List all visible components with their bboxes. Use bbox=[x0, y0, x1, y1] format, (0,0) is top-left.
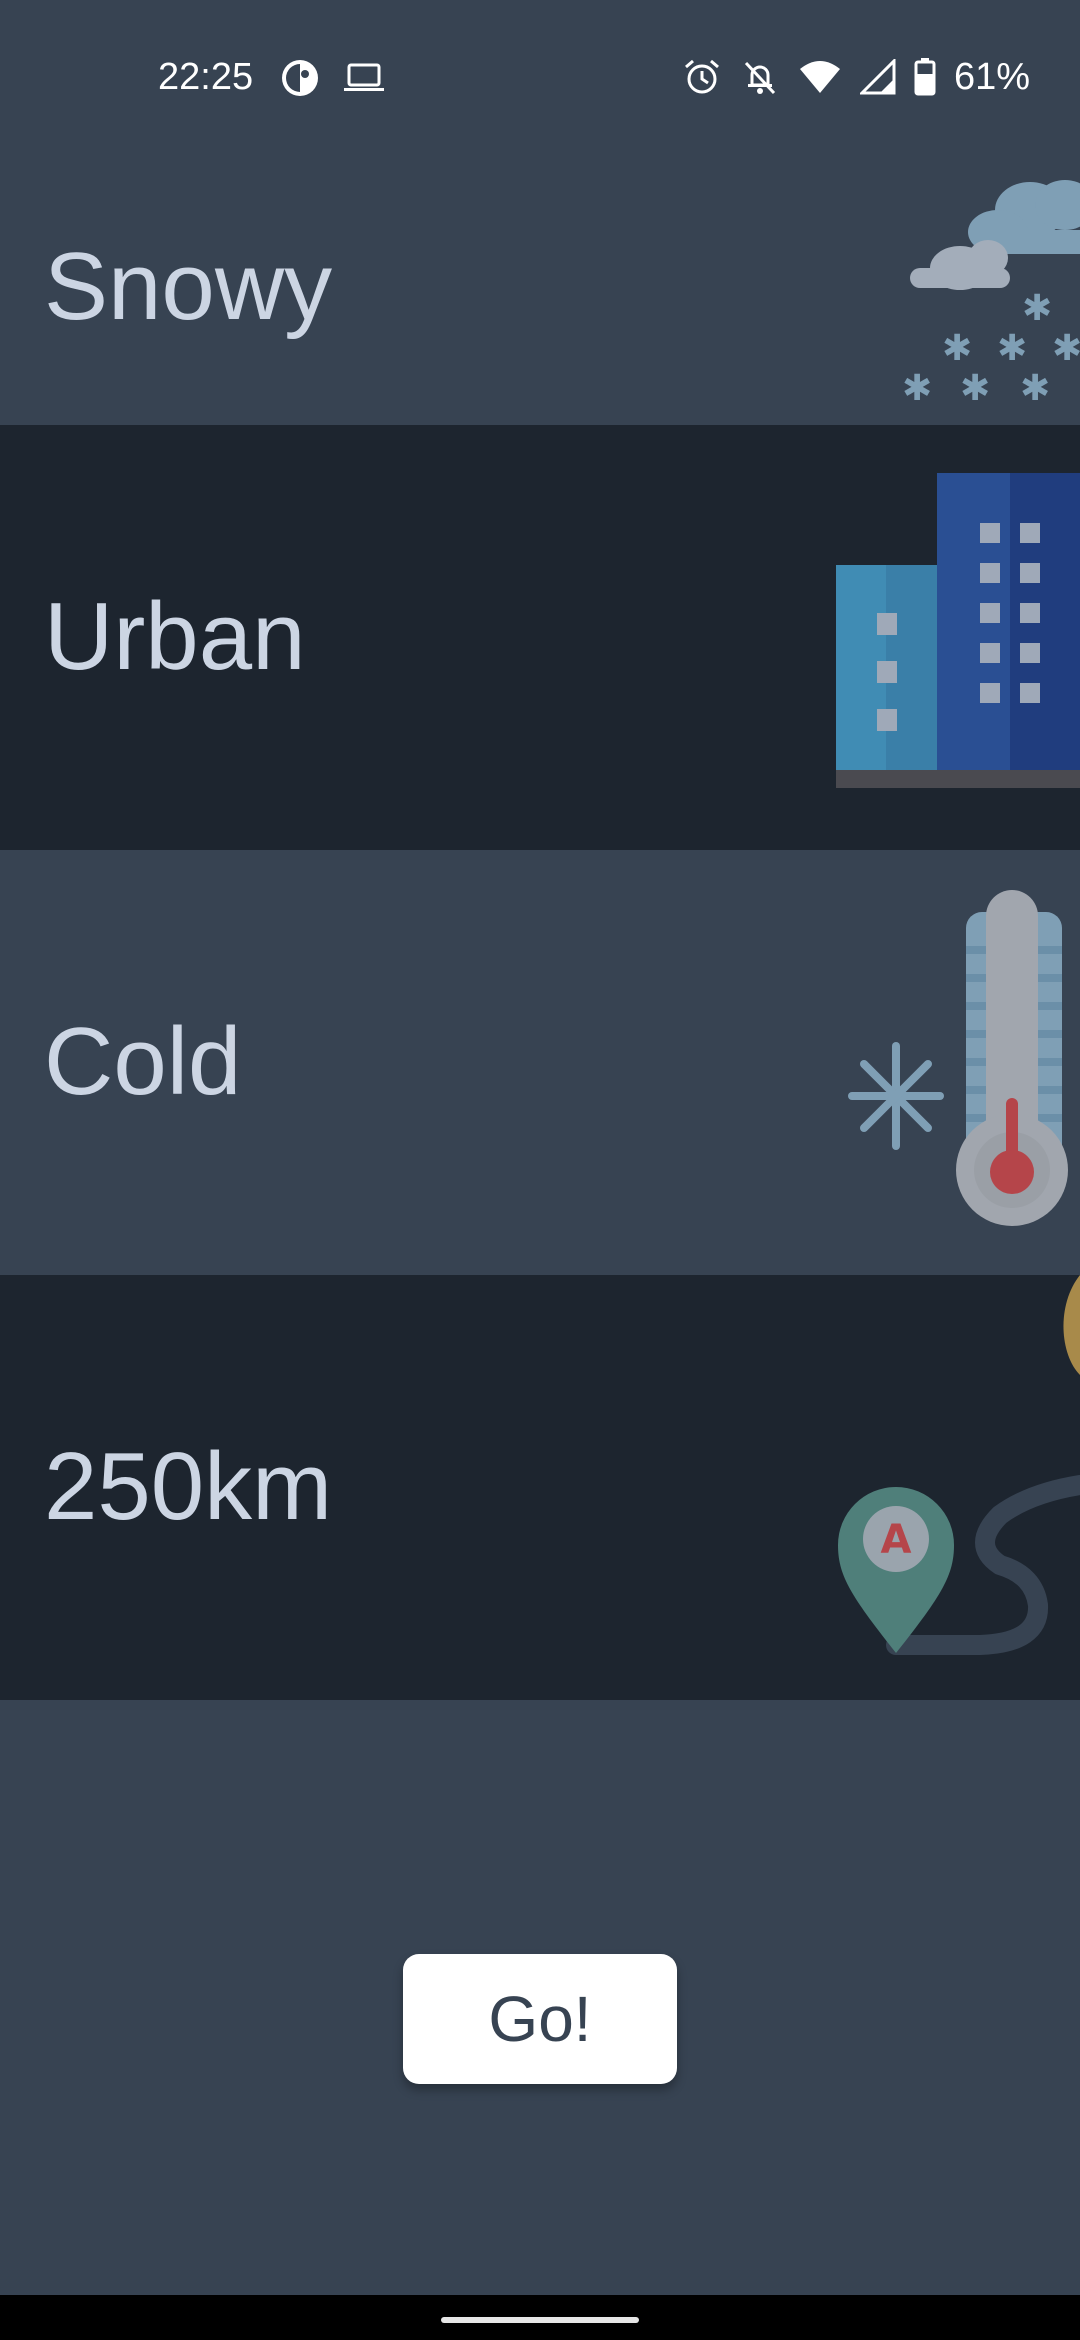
svg-text:✱: ✱ bbox=[1020, 368, 1050, 409]
battery-icon bbox=[914, 58, 936, 96]
svg-text:✱: ✱ bbox=[1022, 288, 1052, 329]
snowy-weather-icon: ✱ ✱ ✱ ✱ ✱ ✱ ✱ bbox=[902, 180, 1080, 409]
status-bar: 22:25 61% bbox=[0, 0, 1080, 150]
condition-label: Cold bbox=[44, 1008, 242, 1115]
condition-label: Urban bbox=[44, 583, 306, 690]
condition-label: 250km bbox=[44, 1433, 333, 1540]
alarm-icon bbox=[685, 59, 719, 94]
route-map-pin-icon: A bbox=[838, 1275, 1080, 1655]
go-button[interactable]: Go! bbox=[403, 1954, 677, 2084]
condition-row-snowy[interactable]: Snowy ✱ ✱ ✱ ✱ ✱ ✱ ✱ bbox=[0, 150, 1080, 425]
condition-label: Snowy bbox=[44, 233, 333, 340]
thermometer-cold-icon bbox=[848, 890, 1068, 1226]
notifications-off-icon bbox=[744, 61, 776, 95]
condition-row-urban[interactable]: Urban bbox=[0, 425, 1080, 850]
city-buildings-icon bbox=[836, 473, 1080, 788]
battery-percentage: 61% bbox=[954, 56, 1031, 98]
status-right-icons: 61% bbox=[682, 54, 1030, 100]
svg-text:✱: ✱ bbox=[902, 368, 932, 409]
status-left-icons bbox=[280, 56, 386, 100]
condition-row-distance[interactable]: 250km A bbox=[0, 1275, 1080, 1700]
svg-text:A: A bbox=[881, 1517, 912, 1563]
status-time: 22:25 bbox=[158, 56, 254, 98]
laptop-icon bbox=[344, 63, 384, 91]
svg-text:✱: ✱ bbox=[1052, 328, 1080, 369]
wifi-icon bbox=[800, 61, 840, 93]
gesture-nav-handle[interactable] bbox=[441, 2317, 639, 2323]
svg-text:✱: ✱ bbox=[942, 328, 972, 369]
navigation-bar bbox=[0, 2295, 1080, 2340]
incognito-icon bbox=[282, 60, 318, 96]
condition-row-cold[interactable]: Cold bbox=[0, 850, 1080, 1275]
cellular-signal-icon bbox=[860, 59, 896, 95]
svg-text:✱: ✱ bbox=[960, 368, 990, 409]
svg-text:✱: ✱ bbox=[997, 328, 1027, 369]
